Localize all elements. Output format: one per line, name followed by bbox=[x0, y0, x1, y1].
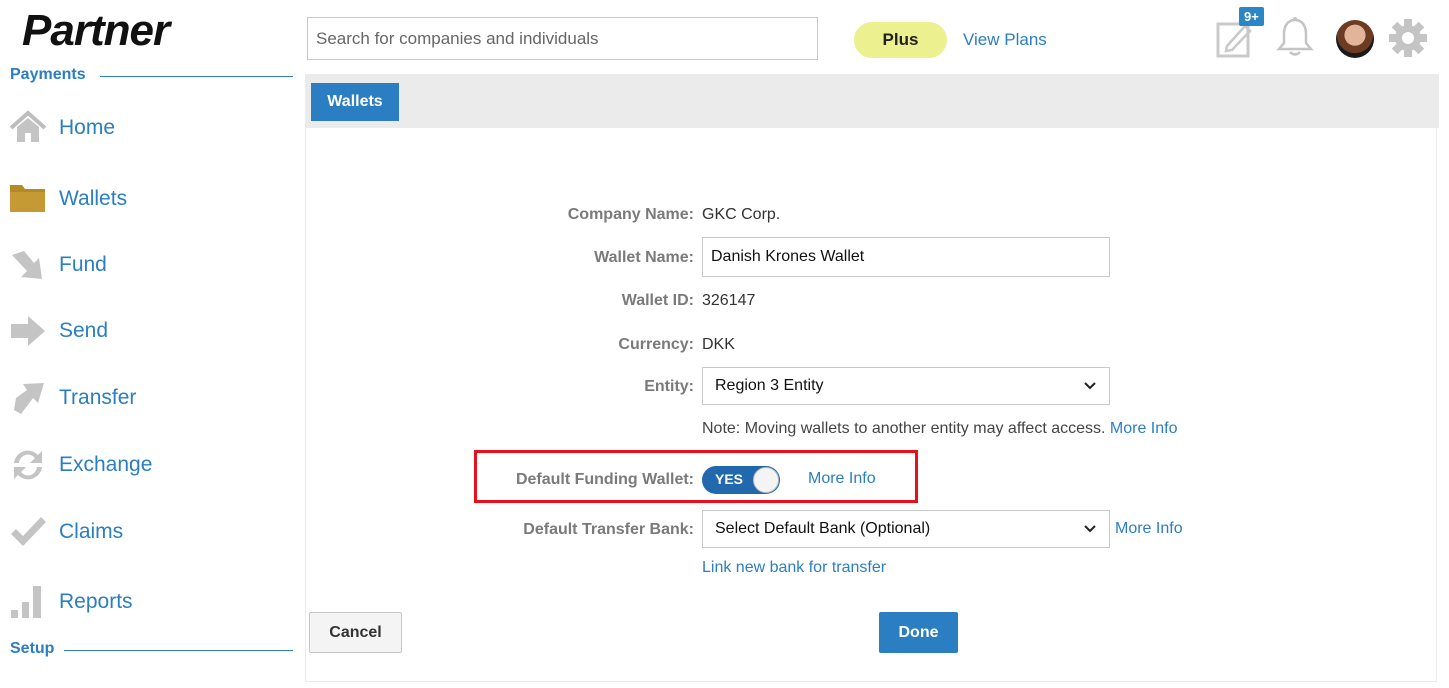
toggle-state-text: YES bbox=[715, 471, 744, 487]
section-divider bbox=[100, 76, 293, 77]
sidebar-item-label: Reports bbox=[59, 590, 133, 613]
gear-icon[interactable] bbox=[1388, 18, 1428, 58]
entity-note-text: Note: Moving wallets to another entity m… bbox=[702, 420, 1106, 437]
wallet-name-label: Wallet Name: bbox=[594, 249, 694, 266]
default-bank-select[interactable]: Select Default Bank (Optional) bbox=[702, 510, 1110, 548]
sidebar-item-send[interactable]: Send bbox=[8, 311, 108, 351]
transfer-arrow-icon bbox=[14, 383, 44, 414]
folder-icon bbox=[10, 185, 45, 212]
sidebar-item-claims[interactable]: Claims bbox=[8, 512, 123, 552]
bar-chart-icon bbox=[11, 586, 41, 618]
chevron-down-icon bbox=[1084, 382, 1096, 390]
sidebar-item-exchange[interactable]: Exchange bbox=[8, 445, 152, 485]
sidebar-item-label: Exchange bbox=[59, 453, 153, 476]
payments-section-heading: Payments bbox=[10, 66, 86, 83]
tab-bar bbox=[305, 74, 1439, 128]
wallet-name-field[interactable] bbox=[702, 237, 1110, 277]
view-plans-link[interactable]: View Plans bbox=[963, 30, 1047, 50]
notification-count-badge: 9+ bbox=[1239, 7, 1264, 26]
sidebar-item-label: Home bbox=[59, 116, 116, 139]
plus-plan-button[interactable]: Plus bbox=[854, 22, 947, 58]
entity-selected-value: Region 3 Entity bbox=[715, 377, 824, 394]
send-arrow-icon bbox=[11, 316, 45, 346]
entity-note: Note: Moving wallets to another entity m… bbox=[702, 420, 1178, 438]
wallet-id-value: 326147 bbox=[702, 292, 756, 309]
sidebar-item-label: Send bbox=[59, 319, 109, 342]
link-new-bank-link[interactable]: Link new bank for transfer bbox=[702, 559, 886, 577]
setup-section-heading: Setup bbox=[10, 640, 55, 657]
sidebar-item-fund[interactable]: Fund bbox=[8, 245, 107, 285]
sidebar-item-home[interactable]: Home bbox=[8, 108, 115, 148]
bank-more-info-link[interactable]: More Info bbox=[1115, 520, 1183, 538]
checkmark-icon bbox=[11, 517, 46, 546]
default-transfer-bank-label: Default Transfer Bank: bbox=[523, 521, 694, 538]
home-icon bbox=[9, 110, 47, 142]
fund-arrow-icon bbox=[12, 251, 42, 279]
sidebar-item-label: Transfer bbox=[59, 386, 137, 409]
sidebar-item-label: Fund bbox=[59, 253, 107, 276]
search-input[interactable] bbox=[307, 17, 818, 60]
cancel-button[interactable]: Cancel bbox=[309, 612, 402, 653]
sidebar-item-label: Wallets bbox=[59, 187, 128, 210]
currency-label: Currency: bbox=[618, 336, 694, 353]
company-name-label: Company Name: bbox=[567, 206, 694, 223]
company-name-value: GKC Corp. bbox=[702, 206, 781, 223]
entity-select[interactable]: Region 3 Entity bbox=[702, 367, 1110, 405]
wallet-id-label: Wallet ID: bbox=[621, 292, 694, 309]
exchange-icon bbox=[14, 450, 42, 480]
sidebar-item-reports[interactable]: Reports bbox=[8, 582, 133, 622]
default-bank-selected-value: Select Default Bank (Optional) bbox=[715, 520, 931, 537]
funding-more-info-link[interactable]: More Info bbox=[808, 470, 876, 488]
partner-logo[interactable]: Partner bbox=[22, 6, 170, 56]
section-divider bbox=[64, 650, 293, 651]
currency-value: DKK bbox=[702, 336, 735, 353]
tab-wallets[interactable]: Wallets bbox=[311, 83, 399, 121]
wallet-details-panel bbox=[305, 128, 1437, 682]
entity-label: Entity: bbox=[644, 378, 694, 395]
sidebar-item-wallets[interactable]: Wallets bbox=[8, 179, 127, 219]
sidebar-item-transfer[interactable]: Transfer bbox=[8, 378, 136, 418]
chevron-down-icon bbox=[1084, 525, 1096, 533]
default-funding-toggle[interactable]: YES bbox=[702, 466, 780, 494]
sidebar-item-label: Claims bbox=[59, 520, 124, 543]
default-funding-wallet-label: Default Funding Wallet: bbox=[515, 471, 694, 488]
toggle-knob bbox=[753, 467, 779, 493]
user-avatar[interactable] bbox=[1336, 20, 1374, 58]
entity-more-info-link[interactable]: More Info bbox=[1110, 420, 1178, 437]
done-button[interactable]: Done bbox=[879, 612, 958, 653]
bell-icon[interactable] bbox=[1276, 16, 1314, 58]
